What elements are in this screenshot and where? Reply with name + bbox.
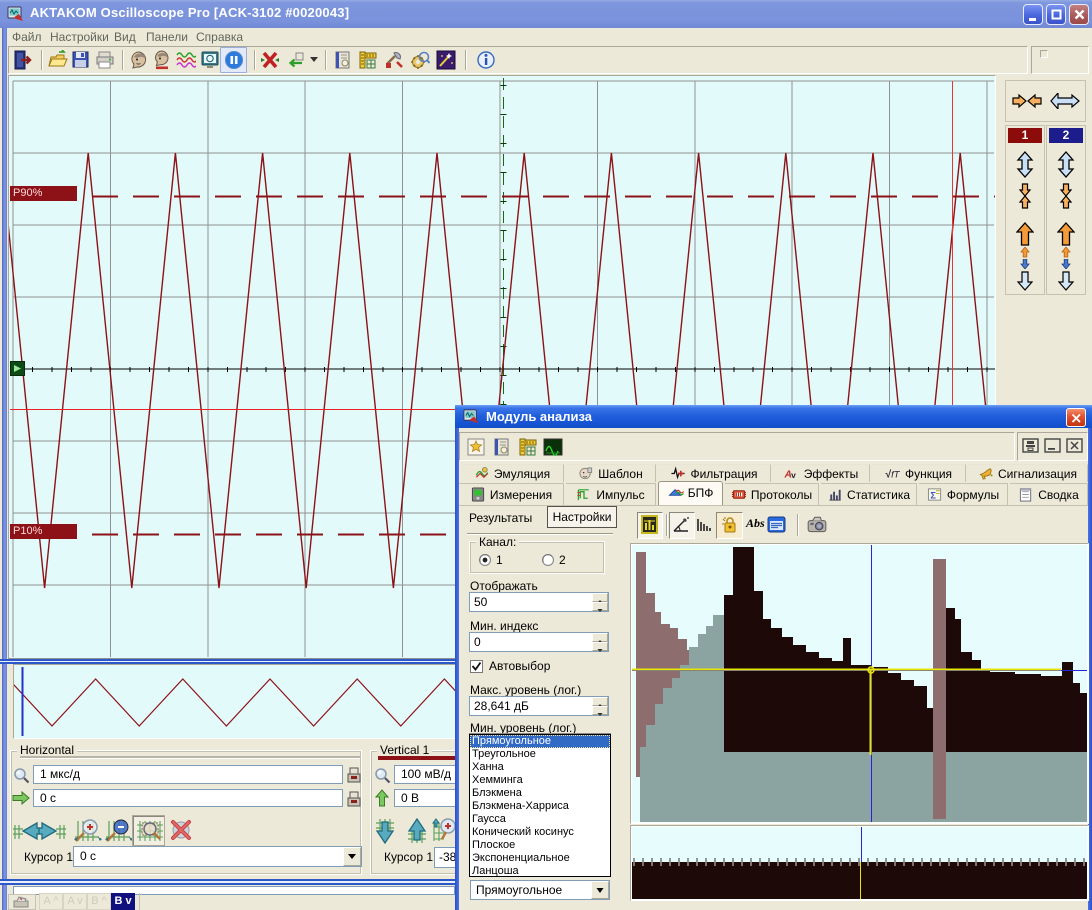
svg-text:fT: fT (891, 469, 901, 479)
svg-text:v: v (791, 470, 796, 480)
svg-text:Σ: Σ (930, 490, 936, 500)
